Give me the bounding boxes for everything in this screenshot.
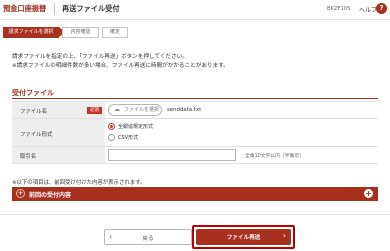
- resend-file-button[interactable]: ファイル再送 ›: [196, 229, 291, 245]
- required-badge: 必須: [87, 107, 102, 114]
- format-zengin-label[interactable]: 全銀協規定形式: [118, 123, 153, 130]
- instruction-line: ※請求ファイルの明細件数が多い場合、ファイル再送に時間がかかることがあります。: [12, 62, 229, 69]
- upload-form: ファイル名 必須 ☁ ファイルを選択 senddata.txt ファイル形式 全…: [12, 101, 378, 164]
- file-name-row: ファイル名 必須 ☁ ファイルを選択 senddata.txt: [12, 102, 378, 119]
- section-title: 受付ファイル: [12, 89, 54, 97]
- help-link[interactable]: ヘルプ: [359, 5, 377, 14]
- previous-content-note: ※以下の項目は、前回受け付けた内容が表示されます。: [12, 180, 146, 186]
- footer-divider: [0, 214, 390, 215]
- transaction-name-input[interactable]: [108, 149, 236, 161]
- instructions: 請求ファイルを指定の上、「ファイル再送」ボタンを押してください。 ※請求ファイル…: [12, 53, 229, 70]
- section-divider: [12, 98, 378, 99]
- format-csv-radio[interactable]: [108, 134, 115, 141]
- previous-receipt-accordion[interactable]: + 前回の受付内容 +: [12, 187, 378, 201]
- back-button[interactable]: ‹ 戻る: [104, 229, 192, 245]
- step-confirm-content: 内容確認: [62, 27, 99, 38]
- choose-file-button-label: ファイルを選択: [124, 107, 160, 113]
- resend-file-button-label: ファイル再送: [226, 235, 261, 241]
- header-divider: [54, 3, 55, 15]
- file-name-label-cell: ファイル名 必須: [12, 102, 105, 118]
- transaction-name-label: 取引名: [20, 154, 37, 160]
- cloud-upload-icon: ☁: [114, 106, 120, 113]
- screen-id: BKZF105: [327, 6, 351, 12]
- back-button-label: 戻る: [142, 236, 154, 242]
- format-csv-label[interactable]: CSV形式: [118, 134, 138, 141]
- page-title: 再送ファイル受付: [62, 4, 120, 13]
- plus-circle-icon: +: [16, 189, 25, 198]
- step-finalize: 確定: [102, 27, 128, 38]
- format-zengin-radio[interactable]: [108, 123, 115, 130]
- transaction-name-hint: 全角10文字以内［半角可］: [245, 154, 304, 159]
- step-indicator: 請求ファイルを選択 内容確認 確定: [3, 27, 153, 38]
- choose-file-button[interactable]: ☁ ファイルを選択: [108, 104, 162, 116]
- app-title: 預金口座振替: [3, 4, 47, 13]
- accordion-label: 前回の受付内容: [29, 192, 72, 199]
- chevron-right-icon: ›: [282, 231, 286, 240]
- file-format-label: ファイル形式: [20, 132, 53, 138]
- selected-file-name: senddata.txt: [167, 107, 202, 113]
- help-icon[interactable]: ?: [376, 3, 387, 14]
- expand-plus-icon[interactable]: +: [364, 189, 373, 198]
- transaction-name-label-cell: 取引名: [12, 147, 105, 163]
- step-select-file: 請求ファイルを選択: [3, 27, 65, 38]
- file-name-label: ファイル名: [20, 109, 47, 115]
- transaction-name-row: 取引名 全角10文字以内［半角可］: [12, 147, 378, 164]
- file-format-row: ファイル形式 全銀協規定形式 CSV形式: [12, 119, 378, 147]
- file-format-label-cell: ファイル形式: [12, 119, 105, 146]
- header-bar: 預金口座振替 再送ファイル受付 BKZF105 ヘルプ ?: [0, 0, 390, 20]
- instruction-line: 請求ファイルを指定の上、「ファイル再送」ボタンを押してください。: [12, 54, 188, 60]
